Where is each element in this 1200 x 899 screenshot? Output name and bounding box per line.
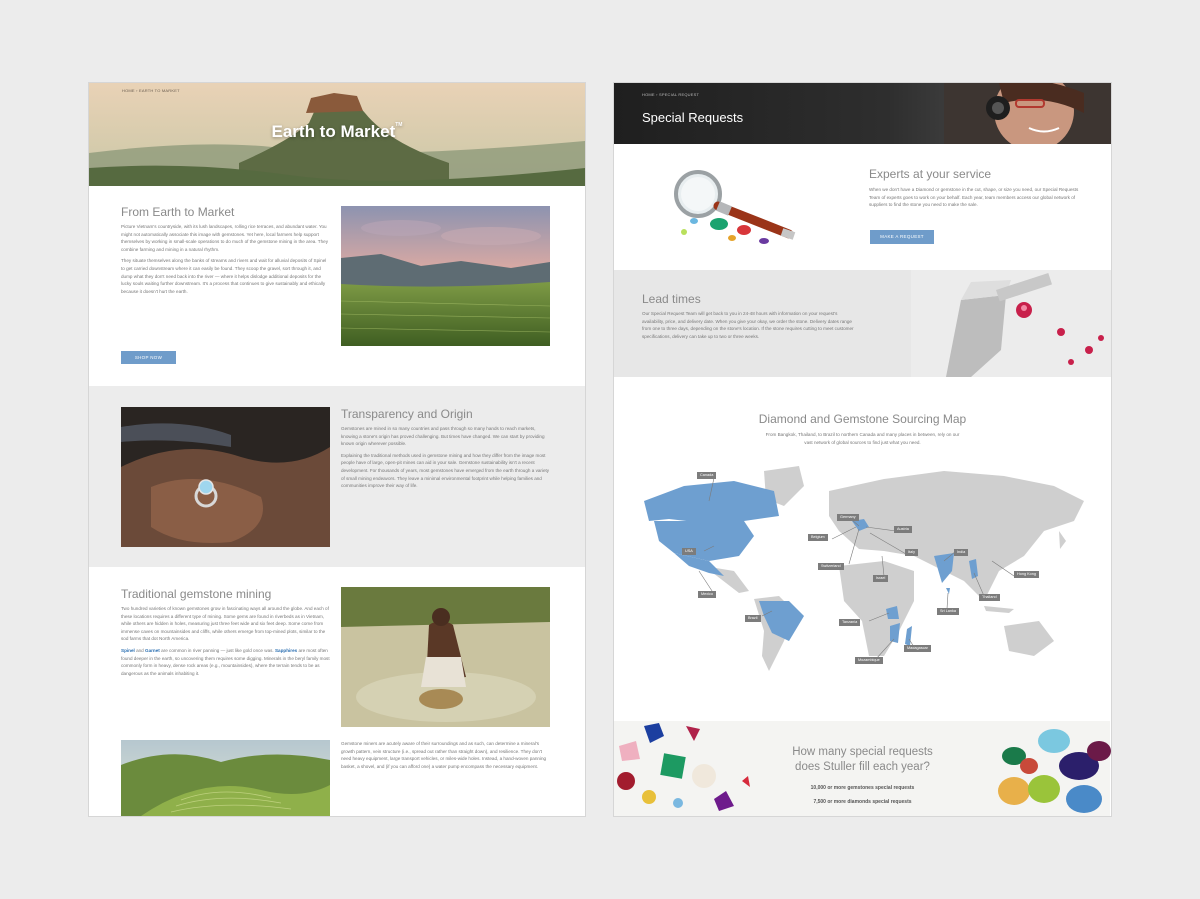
sapphires-link[interactable]: Sapphires bbox=[275, 648, 297, 653]
section-title: Transparency and Origin bbox=[341, 407, 473, 421]
terraced-hills-image bbox=[121, 740, 330, 816]
paragraph: They situate themselves along the banks … bbox=[121, 258, 327, 294]
map-label-tanzania[interactable]: Tanzania bbox=[839, 619, 861, 626]
paragraph: Explaining the traditional methods used … bbox=[341, 452, 550, 489]
paragraph: Our Special Request Team will get back t… bbox=[642, 311, 854, 339]
map-label-belgium[interactable]: Belgium bbox=[808, 534, 828, 541]
map-label-hong-kong[interactable]: Hong Kong bbox=[1014, 571, 1039, 578]
section-traditional-mining: Traditional gemstone mining Two hundred … bbox=[89, 567, 585, 816]
hero-banner: HOME › EARTH TO MARKET Earth to MarketTM bbox=[89, 83, 585, 186]
stats-question-line: How many special requests bbox=[792, 746, 933, 758]
paragraph: When we don't have a Diamond or gemstone… bbox=[869, 187, 1079, 208]
map-label-canada[interactable]: Canada bbox=[697, 472, 717, 479]
earth-to-market-page: HOME › EARTH TO MARKET Earth to MarketTM… bbox=[89, 83, 585, 816]
map-subtitle-text: From Bangkok, Thailand, to Brazil to nor… bbox=[765, 432, 960, 445]
breadcrumb[interactable]: HOME › SPECIAL REQUEST bbox=[642, 92, 699, 97]
map-label-thailand[interactable]: Thailand bbox=[979, 594, 1000, 601]
page-title: Special Requests bbox=[642, 110, 744, 125]
map-label-mozambique[interactable]: Mozambique bbox=[855, 657, 883, 664]
hero-banner: HOME › SPECIAL REQUEST Special Requests bbox=[614, 83, 1111, 144]
map-label-italy[interactable]: Italy bbox=[905, 549, 918, 556]
special-requests-page: HOME › SPECIAL REQUEST Special Requests … bbox=[614, 83, 1111, 816]
section-title: Lead times bbox=[642, 292, 701, 306]
map-label-madagascar[interactable]: Madagascar bbox=[904, 645, 931, 652]
ring-in-hand-image bbox=[121, 407, 330, 547]
section-body: Picture Vietnam's countryside, with its … bbox=[121, 223, 329, 299]
stats-question: How many special requests does Stuller f… bbox=[614, 745, 1111, 775]
map-label-austria[interactable]: Austria bbox=[894, 526, 912, 533]
spinel-link[interactable]: Spinel bbox=[121, 648, 135, 653]
map-label-sri-lanka[interactable]: Sri Lanka bbox=[937, 608, 960, 615]
section-title: From Earth to Market bbox=[121, 205, 235, 219]
stat-diamonds: 7,500 or more diamonds special requests bbox=[813, 799, 912, 805]
map-label-brazil[interactable]: Brazil bbox=[745, 615, 761, 622]
stats-question-line: does Stuller fill each year? bbox=[795, 761, 930, 773]
paragraph: Spinel and Garnet are common in river pa… bbox=[121, 647, 331, 677]
section-title: Experts at your service bbox=[869, 167, 992, 181]
breadcrumb[interactable]: HOME › EARTH TO MARKET bbox=[122, 88, 180, 93]
page-title-text: Earth to Market bbox=[271, 122, 396, 141]
section-body: Two hundred varieties of known gemstones… bbox=[121, 605, 331, 681]
make-a-request-button[interactable]: MAKE A REQUEST bbox=[870, 230, 934, 244]
map-label-india[interactable]: India bbox=[954, 549, 969, 556]
paragraph: Gemstones are mined in so many countries… bbox=[341, 426, 545, 447]
stat-gemstones: 10,000 or more gemstones special request… bbox=[810, 785, 915, 791]
trademark-mark: TM bbox=[395, 122, 403, 128]
paragraph: Picture Vietnam's countryside, with its … bbox=[121, 224, 328, 252]
text-fragment: and bbox=[134, 647, 146, 653]
section-lead-times: Lead times Our Special Request Team will… bbox=[614, 270, 1111, 377]
map-label-switzerland[interactable]: Switzerland bbox=[818, 563, 844, 570]
section-transparency-origin: Transparency and Origin Gemstones are mi… bbox=[89, 386, 585, 567]
map-label-israel[interactable]: Israel bbox=[873, 575, 889, 582]
section-earth-to-market: From Earth to Market Picture Vietnam's c… bbox=[89, 186, 585, 386]
paragraph: Two hundred varieties of known gemstones… bbox=[121, 606, 329, 642]
paragraph: Gemstone miners are acutely aware of the… bbox=[341, 741, 547, 769]
map-label-mexico[interactable]: Mexico bbox=[698, 591, 717, 598]
diamond-gauge-image bbox=[911, 270, 1111, 377]
text-fragment: are common in river panning — just like … bbox=[159, 647, 275, 653]
shop-now-button[interactable]: SHOP NOW bbox=[121, 351, 176, 364]
map-title: Diamond and Gemstone Sourcing Map bbox=[758, 412, 967, 426]
garnet-link[interactable]: Garnet bbox=[145, 648, 160, 653]
section-body: Gemstone miners are acutely aware of the… bbox=[341, 740, 553, 774]
map-label-usa[interactable]: USA bbox=[682, 548, 696, 555]
magnifier-gemstones-image bbox=[664, 166, 834, 246]
section-body: Gemstones are mined in so many countries… bbox=[341, 425, 551, 494]
section-title: Traditional gemstone mining bbox=[121, 587, 272, 601]
page-title: Earth to MarketTM bbox=[89, 122, 585, 142]
section-body: Our Special Request Team will get back t… bbox=[642, 310, 857, 344]
map-subtitle: From Bangkok, Thailand, to Brazil to nor… bbox=[614, 431, 1111, 446]
map-label-germany[interactable]: Germany bbox=[837, 514, 859, 521]
rice-field-sunset-image bbox=[341, 206, 550, 346]
miner-panning-image bbox=[341, 587, 550, 727]
section-experts: Experts at your service When we don't ha… bbox=[614, 144, 1110, 270]
section-body: When we don't have a Diamond or gemstone… bbox=[869, 186, 1084, 213]
